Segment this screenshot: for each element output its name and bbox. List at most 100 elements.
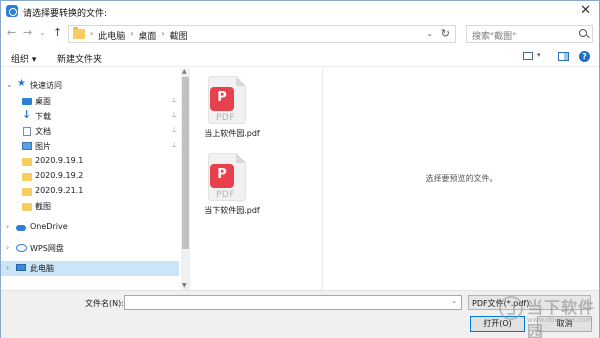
sidebar-item-label: 此电脑: [30, 264, 54, 273]
pin-icon: ⊥: [171, 96, 178, 104]
sidebar-item-label: 2020.9.19.2: [35, 171, 84, 180]
breadcrumb-this-pc[interactable]: 此电脑: [98, 29, 125, 42]
up-button[interactable]: ↑: [53, 26, 62, 39]
forward-button[interactable]: →: [23, 26, 32, 39]
cloud-icon: [16, 225, 26, 231]
open-button[interactable]: 打开(O): [470, 316, 525, 332]
filename-label: 文件名(N):: [85, 299, 124, 308]
sidebar-item-folder-2020-9-19-2[interactable]: 2020.9.19.2: [1, 169, 179, 184]
pdf-file-icon: P PDF: [208, 76, 246, 124]
scroll-down-icon[interactable]: ▼: [182, 282, 187, 289]
pdf-badge-icon: P: [210, 164, 234, 188]
folder-icon: [22, 173, 32, 181]
dialog-footer: 文件名(N): ⌄ PDF文件(*.pdf) 打开(O) 取消: [1, 290, 599, 338]
sidebar-item-documents[interactable]: 文档 ⊥: [1, 124, 179, 139]
sidebar-item-label: 快速访问: [30, 81, 62, 90]
desktop-icon: [22, 98, 32, 105]
pin-icon: ⊥: [171, 126, 178, 134]
sidebar-scrollbar[interactable]: ▲ ▼: [181, 68, 190, 290]
folder-icon: [22, 158, 32, 166]
sidebar-item-label: 截图: [35, 202, 51, 211]
sidebar-item-label: 下载: [35, 112, 51, 121]
recent-locations-button[interactable]: ⌄: [39, 28, 46, 37]
download-icon: ↓: [22, 108, 32, 121]
address-dropdown-icon[interactable]: ⌄: [426, 29, 433, 38]
sidebar-item-quick-access[interactable]: ⌄ ★ 快速访问: [1, 78, 179, 93]
expand-icon[interactable]: ›: [6, 263, 9, 272]
navigation-bar: ← → ⌄ ↑ › 此电脑 › 桌面 › 截图 ⌄ ↻ 搜索"截图": [1, 23, 599, 45]
crumb-separator: ›: [161, 29, 165, 38]
sidebar-item-label: 桌面: [35, 97, 51, 106]
crumb-separator: ›: [90, 29, 94, 38]
expand-icon[interactable]: ›: [6, 243, 9, 252]
scroll-up-icon[interactable]: ▲: [182, 68, 187, 75]
sidebar-item-label: OneDrive: [30, 222, 68, 231]
preview-pane: 选择要预览的文件。: [322, 68, 599, 290]
navigation-pane: ⌄ ★ 快速访问 桌面 ⊥ ↓ 下载 ⊥ 文档 ⊥ 图片 ⊥ 2020.9.19…: [1, 68, 181, 290]
file-open-dialog: 请选择要转换的文件: ✕ ← → ⌄ ↑ › 此电脑 › 桌面 › 截图 ⌄ ↻…: [0, 0, 600, 338]
pdf-type-label: PDF: [216, 190, 236, 200]
command-bar: 组织 ▾ 新建文件夹 ▾ ?: [1, 47, 599, 67]
file-item[interactable]: P PDF 当上软件园.pdf: [192, 76, 272, 152]
document-icon: [23, 127, 31, 136]
pdf-badge-icon: P: [210, 87, 234, 111]
search-placeholder: 搜索"截图": [472, 32, 517, 42]
filename-input[interactable]: ⌄: [124, 295, 462, 310]
refresh-icon[interactable]: ↻: [441, 27, 450, 40]
sidebar-item-label: 图片: [35, 142, 51, 151]
title-bar: 请选择要转换的文件: ✕: [1, 1, 599, 23]
preview-pane-icon[interactable]: [558, 52, 569, 61]
file-name: 当下软件园.pdf: [204, 206, 260, 215]
sidebar-item-folder-2020-9-21-1[interactable]: 2020.9.21.1: [1, 184, 179, 199]
new-folder-button[interactable]: 新建文件夹: [57, 52, 102, 65]
folder-icon: [22, 203, 32, 211]
pin-icon: ⊥: [171, 141, 178, 149]
star-icon: ★: [17, 78, 26, 89]
sidebar-item-desktop[interactable]: 桌面 ⊥: [1, 94, 179, 109]
view-dropdown-icon[interactable]: ▾: [537, 51, 541, 59]
sidebar-item-folder-2020-9-19-1[interactable]: 2020.9.19.1: [1, 154, 179, 169]
dialog-title: 请选择要转换的文件:: [23, 9, 108, 19]
back-button[interactable]: ←: [7, 26, 16, 39]
help-icon[interactable]: ?: [579, 51, 590, 62]
sidebar-item-wps-cloud[interactable]: › WPS网盘: [1, 241, 179, 256]
file-item[interactable]: P PDF 当下软件园.pdf: [192, 153, 272, 229]
computer-icon: [16, 264, 26, 271]
close-button[interactable]: ✕: [580, 3, 591, 18]
sidebar-item-label: WPS网盘: [30, 244, 64, 253]
organize-menu[interactable]: 组织 ▾: [11, 52, 36, 65]
file-type-label: PDF文件(*.pdf): [472, 299, 530, 308]
pdf-file-icon: P PDF: [208, 153, 246, 201]
view-options-icon[interactable]: [523, 52, 533, 60]
address-bar[interactable]: › 此电脑 › 桌面 › 截图 ⌄ ↻: [68, 25, 456, 43]
file-list: P PDF 当上软件园.pdf P PDF 当下软件园.pdf: [190, 68, 322, 290]
sidebar-item-downloads[interactable]: ↓ 下载 ⊥: [1, 108, 179, 124]
search-icon: [579, 29, 587, 37]
preview-message: 选择要预览的文件。: [425, 174, 498, 183]
sidebar-item-this-pc[interactable]: › 此电脑: [1, 261, 179, 276]
sidebar-item-onedrive[interactable]: › OneDrive: [1, 220, 179, 235]
expand-icon[interactable]: ›: [6, 222, 9, 231]
sidebar-item-label: 文档: [35, 127, 51, 136]
breadcrumb-screenshots[interactable]: 截图: [170, 29, 188, 42]
breadcrumb: › 此电脑 › 桌面 › 截图: [90, 29, 188, 42]
pdf-type-label: PDF: [216, 113, 236, 123]
sidebar-item-pictures[interactable]: 图片 ⊥: [1, 139, 179, 154]
scrollbar-thumb[interactable]: [182, 77, 189, 249]
search-input[interactable]: 搜索"截图": [466, 25, 593, 43]
file-name: 当上软件园.pdf: [204, 129, 260, 138]
crumb-separator: ›: [130, 29, 134, 38]
folder-icon: [73, 27, 85, 39]
folder-icon: [22, 188, 32, 196]
filename-dropdown-icon[interactable]: ⌄: [451, 297, 457, 305]
file-type-select[interactable]: PDF文件(*.pdf): [468, 295, 591, 310]
picture-icon: [22, 142, 32, 150]
breadcrumb-desktop[interactable]: 桌面: [138, 29, 156, 42]
sidebar-item-label: 2020.9.21.1: [35, 186, 84, 195]
expand-icon[interactable]: ⌄: [6, 80, 13, 89]
sidebar-item-label: 2020.9.19.1: [35, 156, 84, 165]
cancel-button[interactable]: 取消: [537, 316, 592, 332]
wps-cloud-icon: [16, 244, 27, 252]
pin-icon: ⊥: [171, 111, 178, 119]
sidebar-item-screenshots[interactable]: 截图: [1, 199, 179, 214]
